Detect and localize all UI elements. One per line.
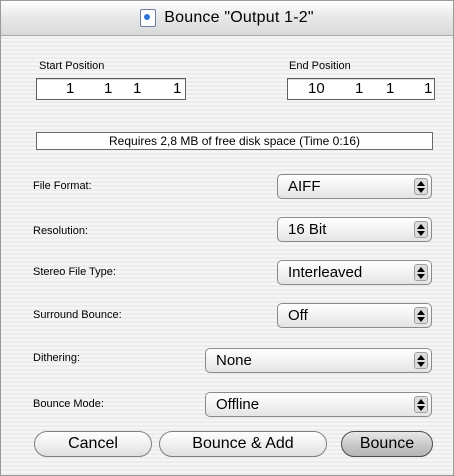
start-beat[interactable]: 1	[104, 80, 112, 97]
document-icon	[140, 9, 157, 27]
bounce-mode-label: Bounce Mode:	[33, 398, 104, 410]
end-position-label: End Position	[289, 60, 351, 72]
cancel-button[interactable]: Cancel	[34, 431, 152, 457]
start-position-field[interactable]: 1 1 1 1	[36, 78, 186, 100]
file-format-popup[interactable]: AIFF	[277, 174, 432, 199]
window-title: Bounce "Output 1-2"	[164, 9, 314, 26]
popup-arrows-icon	[414, 178, 428, 195]
popup-arrows-icon	[414, 307, 428, 324]
dithering-popup[interactable]: None	[205, 348, 432, 373]
title-bar[interactable]: Bounce "Output 1-2"	[1, 1, 453, 36]
disk-space-info: Requires 2,8 MB of free disk space (Time…	[36, 132, 433, 150]
bounce-button[interactable]: Bounce	[341, 431, 433, 457]
resolution-value: 16 Bit	[288, 221, 327, 238]
popup-arrows-icon	[414, 352, 428, 369]
start-division[interactable]: 1	[133, 80, 141, 97]
bounce-mode-value: Offline	[216, 396, 260, 413]
popup-arrows-icon	[414, 396, 428, 413]
surround-bounce-label: Surround Bounce:	[33, 309, 122, 321]
surround-bounce-value: Off	[288, 307, 308, 324]
end-tick[interactable]: 1	[424, 80, 432, 97]
bounce-dialog: Bounce "Output 1-2" Start Position End P…	[0, 0, 454, 476]
bounce-mode-popup[interactable]: Offline	[205, 392, 432, 417]
stereo-file-type-value: Interleaved	[288, 264, 363, 281]
dithering-label: Dithering:	[33, 352, 81, 364]
stereo-file-type-label: Stereo File Type:	[33, 266, 116, 278]
end-bar[interactable]: 10	[308, 80, 325, 97]
end-division[interactable]: 1	[386, 80, 394, 97]
surround-bounce-popup[interactable]: Off	[277, 303, 432, 328]
end-position-field[interactable]: 10 1 1 1	[287, 78, 435, 100]
start-tick[interactable]: 1	[173, 80, 181, 97]
end-beat[interactable]: 1	[355, 80, 363, 97]
start-position-label: Start Position	[39, 60, 105, 72]
popup-arrows-icon	[414, 264, 428, 281]
resolution-label: Resolution:	[33, 225, 89, 237]
file-format-label: File Format:	[33, 180, 92, 192]
stereo-file-type-popup[interactable]: Interleaved	[277, 260, 432, 285]
file-format-value: AIFF	[288, 178, 321, 195]
dithering-value: None	[216, 352, 252, 369]
resolution-popup[interactable]: 16 Bit	[277, 217, 432, 242]
start-bar[interactable]: 1	[66, 80, 74, 97]
popup-arrows-icon	[414, 221, 428, 238]
bounce-and-add-button[interactable]: Bounce & Add	[159, 431, 327, 457]
